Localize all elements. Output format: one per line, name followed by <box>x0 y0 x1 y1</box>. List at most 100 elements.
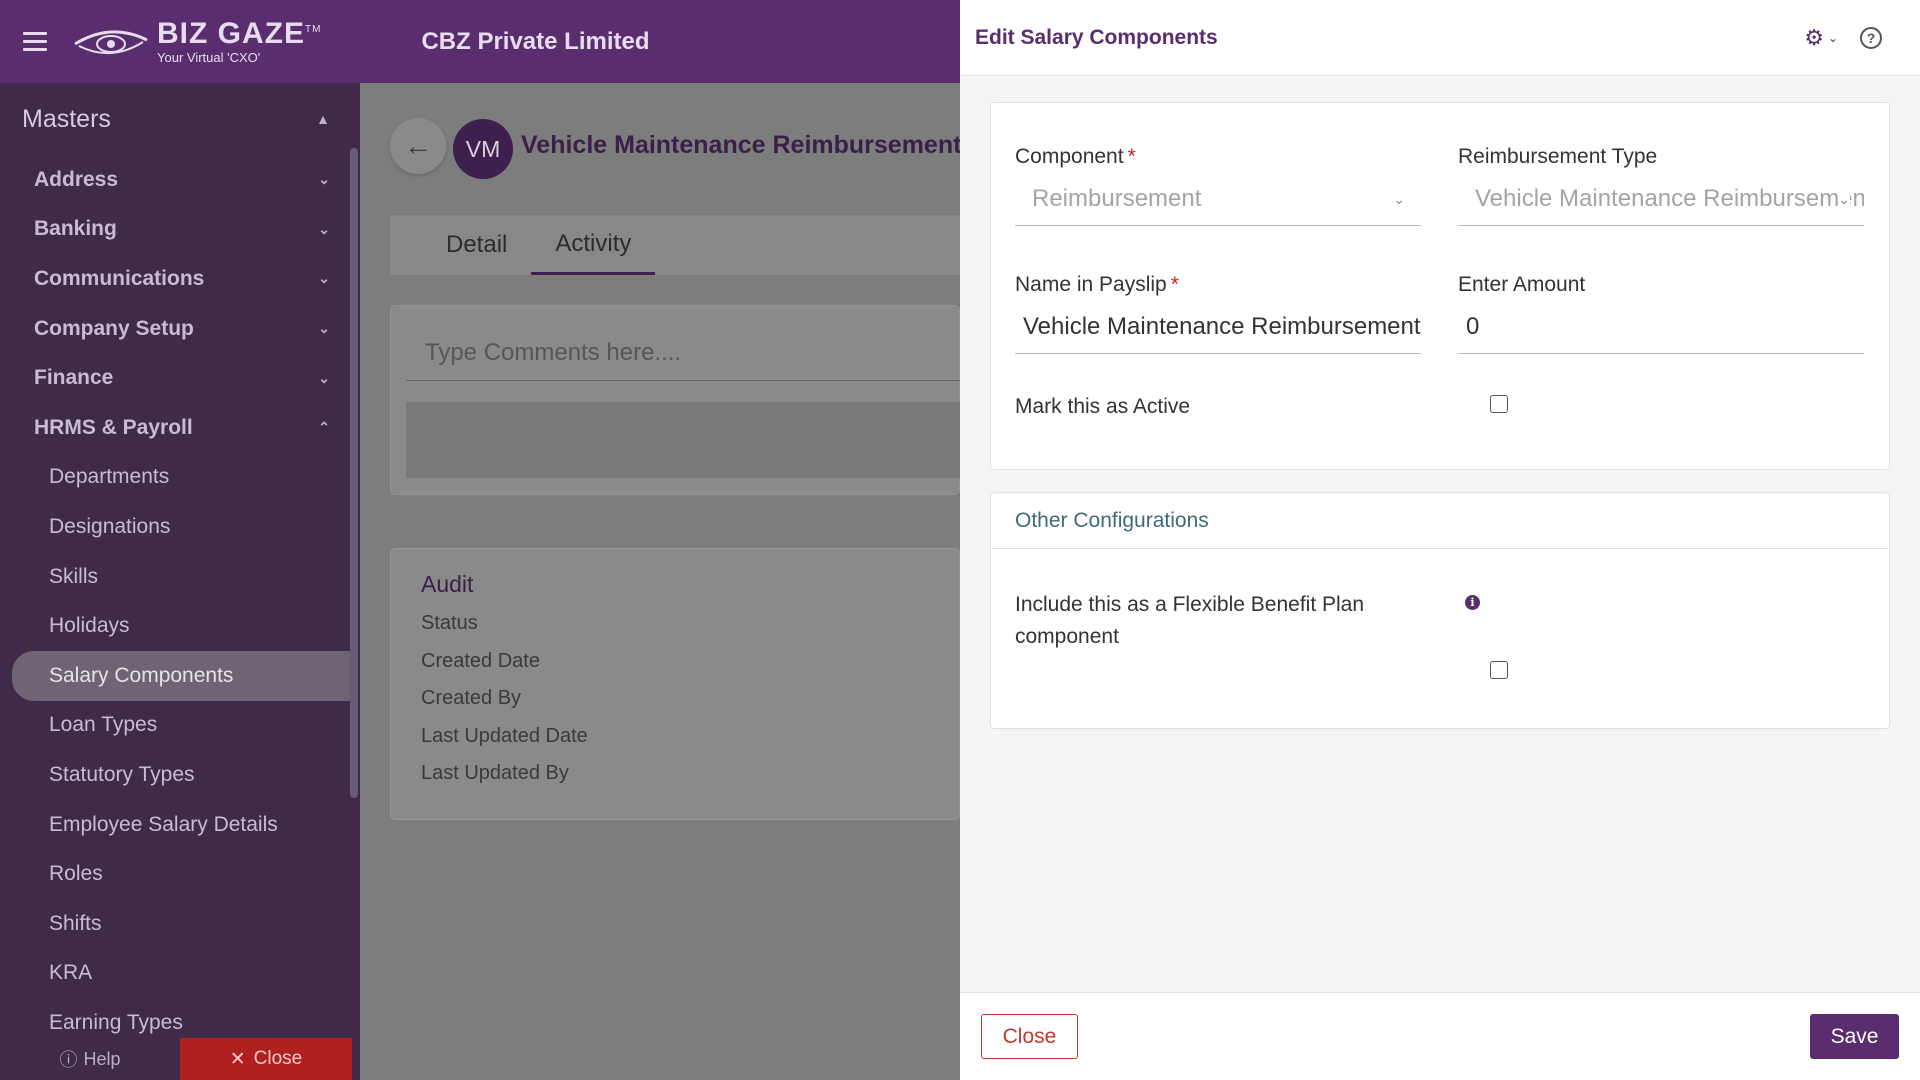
payslip-name-field: Name in Payslip * Vehicle Maintenance Rei… <box>1015 273 1421 354</box>
sidebar-item-loan-types[interactable]: Loan Types <box>0 701 360 751</box>
chevron-down-icon: ⌄ <box>1827 30 1838 45</box>
required-marker: * <box>1170 273 1179 296</box>
help-button[interactable]: ⓘ Help <box>0 1038 180 1080</box>
component-form-card: Component * Reimbursement ⌄ Reimbursement… <box>990 102 1890 470</box>
sidebar-section-banking[interactable]: Banking ⌄ <box>0 205 360 255</box>
other-configurations-card: Other Configurations Include this as a F… <box>990 492 1890 729</box>
company-name: CBZ Private Limited <box>421 27 650 55</box>
active-label: Mark this as Active <box>1015 395 1191 418</box>
component-label: Component <box>1015 145 1124 168</box>
fbp-label: Include this as a Flexible Benefit Plan … <box>1015 593 1365 648</box>
audit-row: Created By <box>421 687 522 709</box>
chevron-up-icon: ⌃ <box>318 419 330 436</box>
chevron-down-icon: ⌄ <box>318 320 330 337</box>
sidebar-section-communications[interactable]: Communications ⌄ <box>0 254 360 304</box>
amount-field: Enter Amount 0 <box>1458 273 1864 354</box>
comments-card: Type Comments here.... <box>390 305 961 495</box>
help-label: Help <box>83 1048 121 1069</box>
sidebar-item-salary-components[interactable]: Salary Components <box>12 650 350 701</box>
help-icon[interactable]: ? <box>1860 26 1882 49</box>
sidebar-section-label: HRMS & Payroll <box>34 415 193 439</box>
sidebar-item-roles[interactable]: Roles <box>0 849 360 899</box>
sidebar-section-company-setup[interactable]: Company Setup ⌄ <box>0 304 360 354</box>
amount-label: Enter Amount <box>1458 273 1586 296</box>
sidebar-section-label: Address <box>34 167 119 191</box>
app-header: BIZ GAZETM Your Virtual 'CXO' CBZ Privat… <box>0 0 960 83</box>
audit-row: Status <box>421 612 478 634</box>
edit-panel: Edit Salary Components ⚙ ⌄ ? Component * R… <box>960 0 1920 1080</box>
reimbursement-type-field: Reimbursement Type Vehicle Maintenance R… <box>1458 145 1864 226</box>
sidebar-item-skills[interactable]: Skills <box>0 552 360 602</box>
sidebar-item-shifts[interactable]: Shifts <box>0 899 360 949</box>
audit-card: Audit Status Created Date Created By Las… <box>390 548 960 820</box>
panel-footer: Close Save <box>960 992 1920 1080</box>
chevron-down-icon: ⌄ <box>1838 191 1850 208</box>
sidebar-close-button[interactable]: ✕ Close <box>180 1038 352 1080</box>
close-icon: ✕ <box>229 1048 246 1070</box>
sidebar-item-employee-salary-details[interactable]: Employee Salary Details <box>0 800 360 850</box>
back-arrow-icon[interactable]: ← <box>390 118 446 174</box>
sidebar-section-label: Finance <box>34 366 114 390</box>
info-icon[interactable]: i <box>1465 595 1480 610</box>
logo-tagline: Your Virtual 'CXO' <box>157 50 261 65</box>
menu-icon[interactable] <box>23 32 47 51</box>
close-button[interactable]: Close <box>981 1014 1078 1059</box>
sidebar-item-kra[interactable]: KRA <box>0 949 360 999</box>
sidebar-heading-label: Masters <box>22 104 111 133</box>
chevron-down-icon: ⌄ <box>318 270 330 287</box>
comment-input[interactable]: Type Comments here.... <box>406 326 961 381</box>
comment-area[interactable] <box>406 402 961 478</box>
payslip-name-input[interactable]: Vehicle Maintenance Reimbursement <box>1015 301 1421 354</box>
chevron-down-icon: ⌄ <box>1393 191 1405 207</box>
sidebar-heading[interactable]: Masters ▲ <box>0 83 360 155</box>
sidebar-section-hrms-payroll[interactable]: HRMS & Payroll ⌃ <box>0 403 360 453</box>
logo-name: BIZ GAZE <box>157 17 305 50</box>
sidebar-close-label: Close <box>253 1048 303 1069</box>
reimbursement-type-select[interactable]: Vehicle Maintenance Reimbursement ⌄ <box>1458 173 1864 226</box>
record-tabs: Detail Activity <box>390 215 960 275</box>
payslip-name-label: Name in Payslip <box>1015 273 1167 296</box>
component-select[interactable]: Reimbursement ⌄ <box>1015 173 1421 226</box>
sidebar: Masters ▲ Address ⌄ Banking ⌄ Communicatio… <box>0 83 360 1080</box>
tab-activity[interactable]: Activity <box>531 215 656 275</box>
panel-title: Edit Salary Components <box>975 25 1218 49</box>
sidebar-section-finance[interactable]: Finance ⌄ <box>0 353 360 403</box>
sidebar-section-label: Company Setup <box>34 316 194 340</box>
sidebar-item-departments[interactable]: Departments <box>0 453 360 503</box>
logo-eye-icon <box>74 29 148 54</box>
sidebar-item-statutory-types[interactable]: Statutory Types <box>0 750 360 800</box>
audit-row: Last Updated Date <box>421 724 588 747</box>
gear-icon[interactable]: ⚙ ⌄ <box>1804 25 1838 51</box>
fbp-checkbox[interactable] <box>1490 661 1508 679</box>
reimbursement-type-value: Vehicle Maintenance Reimbursement <box>1475 185 1864 212</box>
save-button[interactable]: Save <box>1810 1014 1899 1059</box>
reimbursement-type-label: Reimbursement Type <box>1458 145 1658 168</box>
sidebar-item-designations[interactable]: Designations <box>0 502 360 552</box>
audit-row: Last Updated By <box>421 762 569 784</box>
sidebar-section-address[interactable]: Address ⌄ <box>0 155 360 205</box>
chevron-down-icon: ⌄ <box>318 171 330 188</box>
audit-row: Created Date <box>421 649 540 672</box>
app-logo[interactable]: BIZ GAZETM Your Virtual 'CXO' <box>71 19 321 64</box>
sidebar-item-holidays[interactable]: Holidays <box>0 601 360 651</box>
avatar: VM <box>453 119 513 179</box>
chevron-down-icon: ⌄ <box>318 369 330 386</box>
chevron-down-icon: ⌄ <box>318 220 330 237</box>
logo-tm: TM <box>305 24 322 35</box>
record-view: ← VM Vehicle Maintenance Reimbursement D… <box>360 83 962 1080</box>
active-checkbox[interactable] <box>1490 395 1508 413</box>
amount-input[interactable]: 0 <box>1458 301 1864 354</box>
other-configurations-title: Other Configurations <box>991 493 1889 549</box>
sidebar-footer: ⓘ Help ✕ Close <box>0 1038 360 1080</box>
component-field: Component * Reimbursement ⌄ <box>1015 145 1421 226</box>
component-value: Reimbursement <box>1032 185 1202 212</box>
sidebar-section-label: Communications <box>34 266 205 290</box>
chevron-up-icon: ▲ <box>316 111 330 127</box>
audit-title: Audit <box>421 571 474 597</box>
record-title: Vehicle Maintenance Reimbursement <box>521 131 962 159</box>
required-marker: * <box>1127 145 1136 168</box>
tab-detail[interactable]: Detail <box>422 215 531 275</box>
panel-header: Edit Salary Components ⚙ ⌄ ? <box>960 0 1920 76</box>
sidebar-section-label: Banking <box>34 217 117 241</box>
sidebar-scrollbar[interactable] <box>350 148 358 798</box>
